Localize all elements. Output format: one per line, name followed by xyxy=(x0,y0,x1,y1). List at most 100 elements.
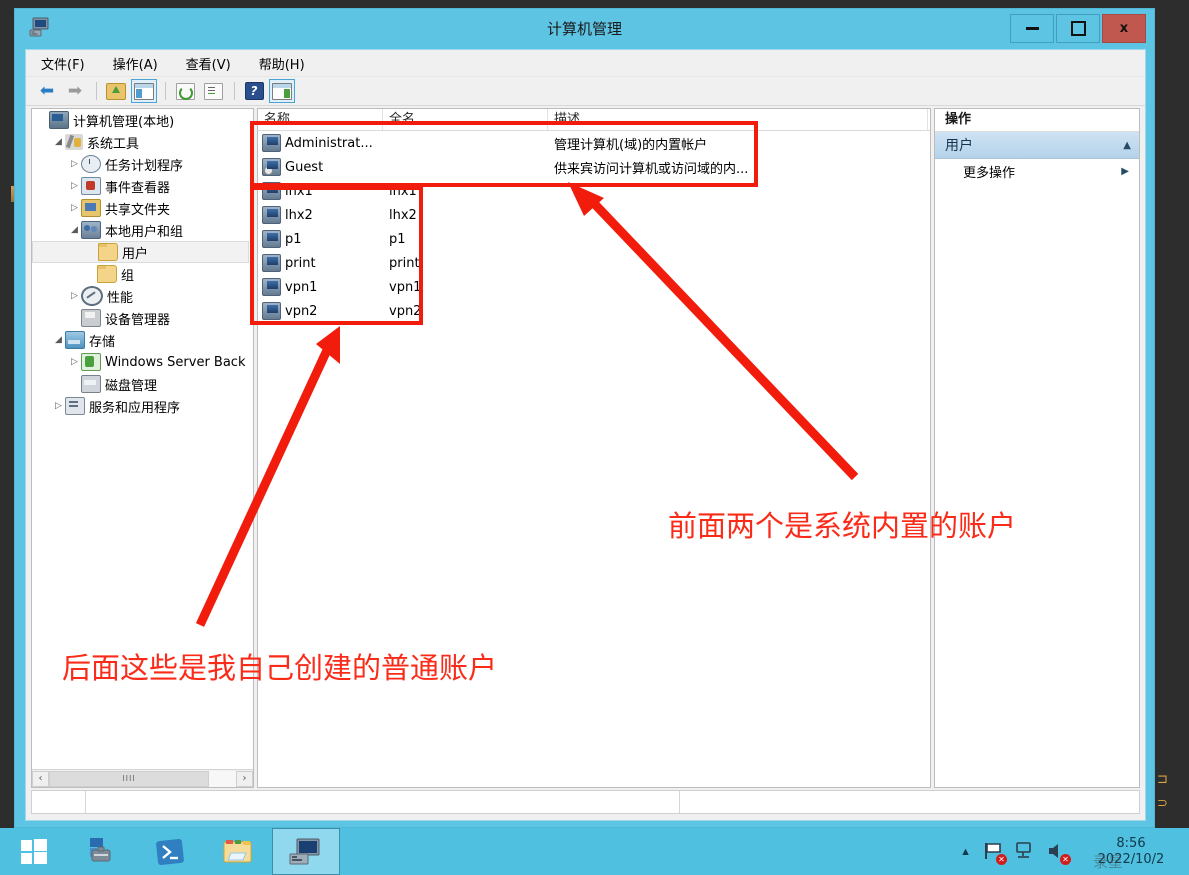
taskbar-server-manager[interactable] xyxy=(68,828,136,875)
show-tree-pane-icon[interactable] xyxy=(131,79,157,103)
network-icon[interactable] xyxy=(1015,841,1037,863)
close-button[interactable]: x xyxy=(1102,14,1146,43)
expander-expanded-icon[interactable]: ◢ xyxy=(52,137,65,147)
tree-node-0[interactable]: 计算机管理(本地) xyxy=(32,109,253,131)
action-more-actions[interactable]: 更多操作 ▶ xyxy=(935,159,1139,183)
tree-node-icon xyxy=(65,134,83,150)
tree-node-4[interactable]: ▷ 共享文件夹 xyxy=(32,197,253,219)
tree-node-2[interactable]: ▷ 任务计划程序 xyxy=(32,153,253,175)
system-tray: ▲ ✕ ✕ 8:56 2022/10/2 xyxy=(960,828,1189,875)
tree-node-label: 存储 xyxy=(89,334,116,350)
tree-node-label: 用户 xyxy=(122,246,149,262)
server-manager-icon xyxy=(90,837,111,861)
highlight-box-custom-accounts xyxy=(250,186,423,325)
desktop-icon-right-upper[interactable]: ⊐ xyxy=(1157,772,1168,786)
tree-node-label: 组 xyxy=(121,268,135,284)
expander-collapsed-icon[interactable]: ▷ xyxy=(68,357,81,367)
tree-node-1[interactable]: ◢ 系统工具 xyxy=(32,131,253,153)
clock-time: 8:56 xyxy=(1116,835,1146,851)
tree-horizontal-scrollbar[interactable]: ‹ IIII › xyxy=(32,769,253,787)
tree-node-icon xyxy=(81,375,101,393)
tree-node-icon xyxy=(81,221,101,239)
taskbar-computer-management[interactable] xyxy=(272,828,340,875)
minimize-button[interactable] xyxy=(1010,14,1054,43)
desktop-left-sliver xyxy=(0,0,14,828)
expander-expanded-icon[interactable]: ◢ xyxy=(68,225,81,235)
tree-node-label: 计算机管理(本地) xyxy=(73,114,175,130)
export-list-icon[interactable] xyxy=(200,79,226,103)
chevron-up-icon[interactable]: ▲ xyxy=(1123,140,1131,151)
window-title: 计算机管理 xyxy=(546,20,622,38)
actions-section-label: 用户 xyxy=(945,138,973,154)
tree-node-13[interactable]: ▷ 服务和应用程序 xyxy=(32,395,253,417)
forward-arrow-icon[interactable]: ➡ xyxy=(62,79,88,103)
tree-node-icon xyxy=(81,286,103,306)
show-hidden-icons-chevron-icon[interactable]: ▲ xyxy=(960,846,971,858)
status-bar-segment-left xyxy=(32,791,86,813)
highlight-box-builtin-accounts xyxy=(250,121,758,187)
help-icon[interactable]: ? xyxy=(241,79,267,103)
menu-view[interactable]: 查看(V) xyxy=(183,52,234,75)
maximize-button[interactable] xyxy=(1056,14,1100,43)
menu-file[interactable]: 文件(F) xyxy=(38,52,88,75)
start-button[interactable] xyxy=(0,828,68,875)
file-explorer-icon xyxy=(223,839,252,862)
menu-help[interactable]: 帮助(H) xyxy=(256,52,308,75)
actions-pane-header: 操作 xyxy=(935,109,1139,132)
tree-node-label: 本地用户和组 xyxy=(105,224,184,240)
tree-node-11[interactable]: ▷ Windows Server Back xyxy=(32,351,253,373)
taskbar-powershell[interactable] xyxy=(136,828,204,875)
toolbar-separator-2 xyxy=(165,82,166,100)
refresh-icon[interactable] xyxy=(172,79,198,103)
expander-collapsed-icon[interactable]: ▷ xyxy=(68,291,81,301)
menu-action[interactable]: 操作(A) xyxy=(110,52,161,75)
chevron-right-icon: ▶ xyxy=(1121,165,1129,177)
annotation-builtin-text: 前面两个是系统内置的账户 xyxy=(668,509,1017,543)
tree-node-icon xyxy=(65,331,85,349)
expander-collapsed-icon[interactable]: ▷ xyxy=(52,401,65,411)
tree-node-label: 任务计划程序 xyxy=(105,158,184,174)
flag-icon[interactable]: ✕ xyxy=(983,841,1007,865)
tree-node-9[interactable]: 设备管理器 xyxy=(32,307,253,329)
tree-node-3[interactable]: ▷ 事件查看器 xyxy=(32,175,253,197)
status-bar-segment-right xyxy=(680,791,1139,813)
scroll-right-button[interactable]: › xyxy=(236,770,253,787)
up-folder-icon[interactable] xyxy=(103,79,129,103)
expander-expanded-icon[interactable]: ◢ xyxy=(52,335,65,345)
tree-node-5[interactable]: ◢ 本地用户和组 xyxy=(32,219,253,241)
expander-collapsed-icon[interactable]: ▷ xyxy=(68,181,81,191)
actions-pane: 操作 用户 ▲ 更多操作 ▶ xyxy=(934,108,1140,788)
desktop-icon-right-lower[interactable]: ⊃ xyxy=(1157,796,1168,810)
toolbar-separator-1 xyxy=(96,82,97,100)
scroll-thumb[interactable]: IIII xyxy=(49,770,209,787)
taskbar-items xyxy=(0,828,340,875)
tree-node-icon xyxy=(98,243,118,261)
scroll-left-button[interactable]: ‹ xyxy=(32,770,49,787)
tree-node-10[interactable]: ◢ 存储 xyxy=(32,329,253,351)
scroll-track[interactable]: IIII xyxy=(49,770,236,787)
expander-collapsed-icon[interactable]: ▷ xyxy=(68,159,81,169)
expander-collapsed-icon[interactable]: ▷ xyxy=(68,203,81,213)
tree-node-8[interactable]: ▷ 性能 xyxy=(32,285,253,307)
tree-node-label: 设备管理器 xyxy=(105,312,171,328)
toolbar: ⬅ ➡ ? xyxy=(26,77,1145,106)
screen-recorder-watermark: 录星 xyxy=(1093,853,1124,871)
tree-node-icon xyxy=(81,199,101,217)
powershell-icon xyxy=(156,838,184,865)
tree-node-icon xyxy=(49,111,69,129)
tree-node-12[interactable]: 磁盘管理 xyxy=(32,373,253,395)
menubar: 文件(F) 操作(A) 查看(V) 帮助(H) xyxy=(26,50,1145,77)
tree-node-7[interactable]: 组 xyxy=(32,263,253,285)
tree-node-icon xyxy=(97,265,117,283)
tree-node-icon xyxy=(81,353,101,371)
volume-icon[interactable]: ✕ xyxy=(1047,841,1071,865)
windows-logo-icon xyxy=(21,838,47,865)
window-titlebar[interactable]: 计算机管理 x xyxy=(15,9,1154,49)
tree-node-6[interactable]: 用户 xyxy=(32,241,249,263)
desktop-right-strip xyxy=(1155,0,1189,828)
show-action-pane-icon[interactable] xyxy=(269,79,295,103)
tree-node-label: 共享文件夹 xyxy=(105,202,171,218)
back-arrow-icon[interactable]: ⬅ xyxy=(34,79,60,103)
taskbar-file-explorer[interactable] xyxy=(204,828,272,875)
actions-section-users[interactable]: 用户 ▲ xyxy=(935,132,1139,159)
